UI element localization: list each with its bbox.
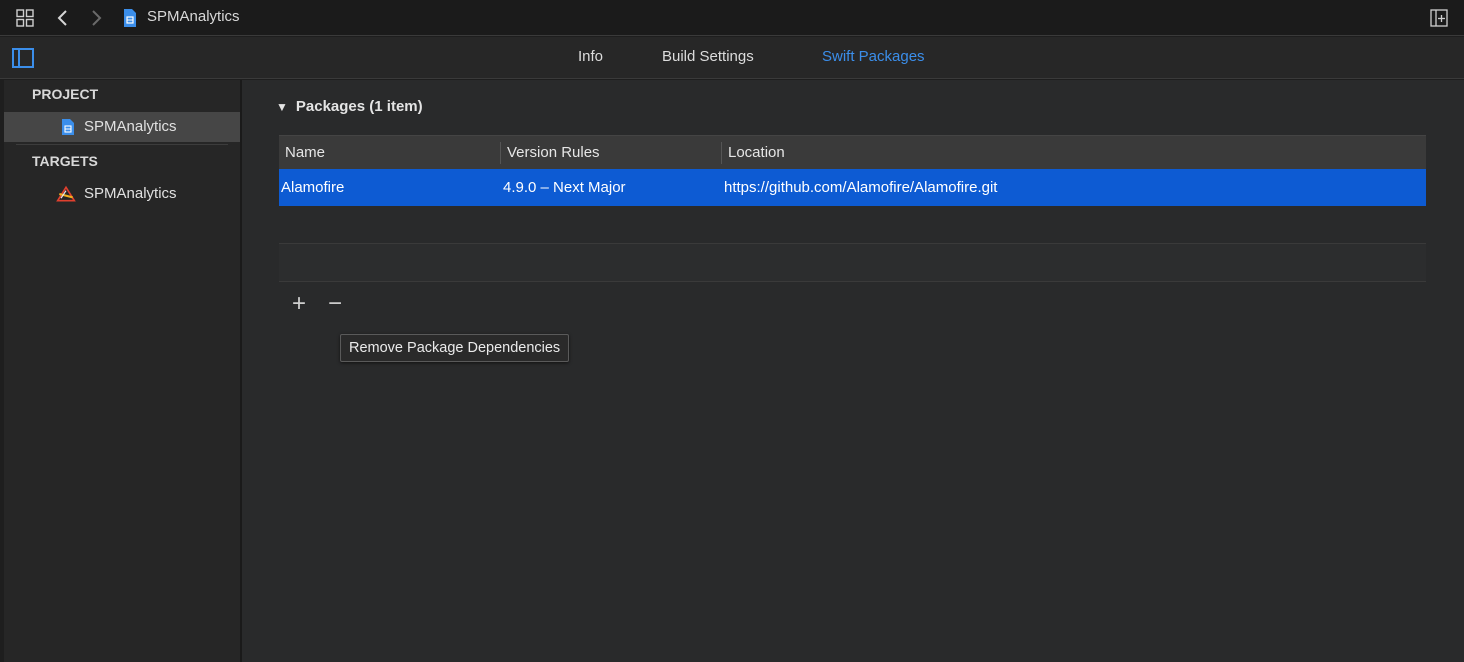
sidebar-project-svg [62, 119, 74, 135]
project-file-icon [58, 117, 78, 137]
package-version-rules: 4.9.0 – Next Major [503, 179, 626, 196]
grid-icon[interactable] [13, 6, 37, 30]
sidebar-divider [16, 144, 228, 145]
package-name: Alamofire [281, 179, 345, 196]
sidebar-item-project[interactable]: SPMAnalytics [4, 112, 240, 142]
app-target-icon [56, 184, 76, 204]
tab-build-settings[interactable]: Build Settings [662, 48, 754, 65]
add-editor-svg [1430, 9, 1448, 27]
title-bar: SPMAnalytics [0, 0, 1464, 36]
packages-section-title: Packages (1 item) [295, 98, 423, 115]
add-package-button[interactable]: + [288, 292, 310, 316]
swift-packages-panel: ▼ Packages (1 item) Name Version Rules Lo… [242, 80, 1464, 662]
chevron-left-icon[interactable] [51, 6, 75, 30]
disclosure-triangle-icon[interactable]: ▼ [276, 100, 288, 114]
targets-header: TARGETS [32, 153, 98, 169]
project-file-icon [118, 6, 142, 30]
add-editor-icon[interactable] [1427, 6, 1451, 30]
column-separator[interactable] [721, 142, 722, 164]
project-file-svg [124, 9, 136, 27]
column-header-location[interactable]: Location [728, 144, 785, 161]
sidebar-toggle-svg [12, 48, 34, 68]
packages-table: Name Version Rules Location Alamofire 4.… [279, 135, 1426, 282]
project-navigator-sidebar: PROJECT SPMAnalytics TARGETS SPMAnalytic… [4, 80, 242, 662]
column-separator[interactable] [500, 142, 501, 164]
project-header: PROJECT [32, 86, 99, 102]
package-location: https://github.com/Alamofire/Alamofire.g… [724, 179, 998, 196]
chevron-left-svg [57, 10, 67, 26]
column-header-name[interactable]: Name [285, 144, 325, 161]
app-target-svg [56, 185, 76, 202]
chevron-right-icon[interactable] [84, 6, 108, 30]
sidebar-item-label: SPMAnalytics [84, 118, 177, 135]
table-header: Name Version Rules Location [279, 135, 1426, 169]
grid-icon-svg [16, 9, 34, 27]
sidebar-toggle-icon[interactable] [11, 46, 35, 70]
packages-section[interactable]: ▼ Packages (1 item) [276, 98, 423, 115]
sidebar-item-target[interactable]: SPMAnalytics [4, 179, 240, 209]
tab-info[interactable]: Info [578, 48, 603, 65]
window-title: SPMAnalytics [147, 8, 240, 25]
column-header-version-rules[interactable]: Version Rules [507, 144, 600, 161]
empty-table-row [279, 206, 1426, 244]
remove-package-tooltip: Remove Package Dependencies [340, 334, 570, 362]
tab-swift-packages[interactable]: Swift Packages [822, 48, 925, 65]
table-row[interactable]: Alamofire 4.9.0 – Next Major https://git… [279, 169, 1426, 206]
sidebar-item-label: SPMAnalytics [84, 185, 177, 202]
empty-table-row [279, 244, 1426, 282]
chevron-right-svg [92, 10, 102, 26]
remove-package-button[interactable]: − [324, 292, 346, 316]
tab-bar: Info Build Settings Swift Packages [0, 37, 1464, 79]
